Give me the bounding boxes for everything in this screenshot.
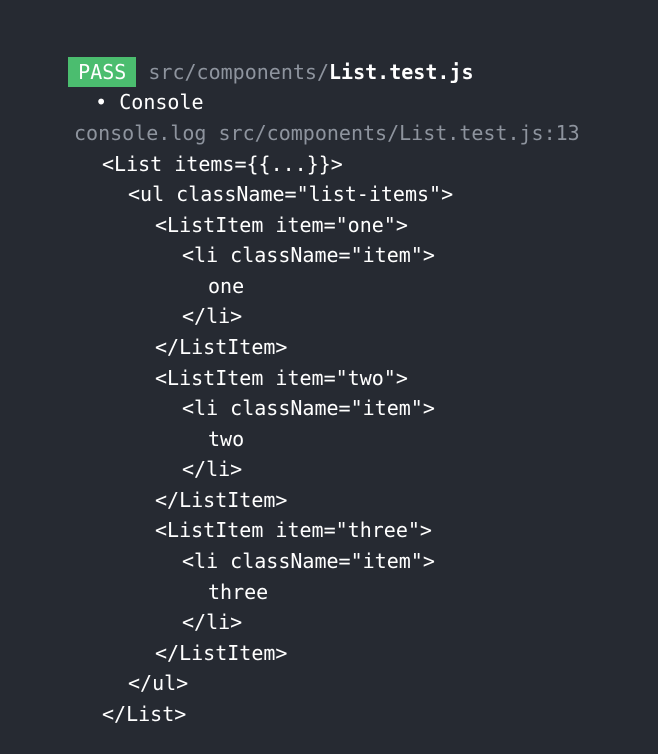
output-line: <ListItem item="two"> <box>155 366 408 390</box>
console-title: Console <box>119 90 204 114</box>
output-line: <ul className="list-items"> <box>128 182 454 206</box>
output-line: </ListItem> <box>155 335 288 359</box>
console-heading: • Console <box>47 57 203 114</box>
output-line: one <box>208 274 245 298</box>
output-line: <ListItem item="one"> <box>155 213 408 237</box>
output-line: </ListItem> <box>155 641 288 665</box>
output-line: three <box>208 580 269 604</box>
output-line: <ListItem item="three"> <box>155 518 432 542</box>
output-line: <li className="item"> <box>182 243 435 267</box>
output-line: </li> <box>182 304 243 328</box>
output-line: <li className="item"> <box>182 549 435 573</box>
output-line: <li className="item"> <box>182 396 435 420</box>
output-line: </li> <box>182 610 243 634</box>
bullet-icon: • <box>95 90 108 114</box>
output-line: </ListItem> <box>155 488 288 512</box>
output-line: </ul> <box>128 671 189 695</box>
test-file-name: List.test.js <box>329 60 474 84</box>
log-origin: console.log src/components/List.test.js:… <box>74 121 580 145</box>
terminal-window: PASS src/components/List.test.js • Conso… <box>0 0 658 754</box>
output-line: </List> <box>102 702 187 726</box>
output-line: two <box>208 427 245 451</box>
test-result-header: PASS src/components/List.test.js <box>20 27 474 87</box>
output-line: <List items={{...}}> <box>102 152 343 176</box>
output-line: </li> <box>182 457 243 481</box>
